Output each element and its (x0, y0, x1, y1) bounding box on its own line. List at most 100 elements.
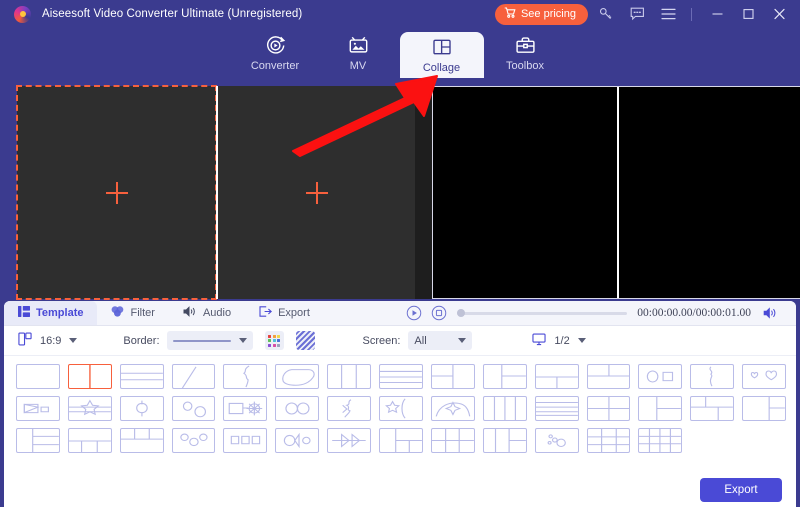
template-two-ovals[interactable] (171, 396, 216, 421)
template-mixed-a[interactable] (638, 396, 683, 421)
template-oval-row[interactable] (275, 428, 320, 453)
hamburger-menu-icon[interactable] (655, 1, 681, 27)
chat-bubble-icon[interactable] (624, 1, 650, 27)
template-left-1-right-2[interactable] (482, 364, 527, 389)
border-label: Border: (123, 334, 160, 347)
template-top-1-bottom-2[interactable] (534, 364, 579, 389)
chevron-down-icon[interactable] (238, 338, 247, 343)
minimize-icon[interactable] (704, 1, 730, 27)
template-arch-star[interactable] (430, 396, 475, 421)
export-row: Export (4, 469, 796, 507)
preview-area (0, 78, 800, 301)
template-star-band[interactable] (67, 396, 112, 421)
key-icon[interactable] (593, 1, 619, 27)
template-double-circle[interactable] (275, 396, 320, 421)
template-three-squares[interactable] (223, 428, 268, 453)
template-2-vertical[interactable] (67, 364, 112, 389)
template-top-3-bottom-wide[interactable] (119, 428, 164, 453)
template-lightning-split[interactable] (690, 364, 735, 389)
filter-icon (111, 306, 124, 320)
plus-icon[interactable] (105, 181, 128, 204)
screen-select[interactable]: All (408, 331, 473, 350)
border-pattern-button[interactable] (295, 331, 315, 350)
border-color-button[interactable] (264, 331, 284, 350)
template-4-vertical[interactable] (482, 396, 527, 421)
template-balloon[interactable] (119, 396, 164, 421)
seek-slider[interactable] (457, 309, 628, 317)
panel-tab-bar: Template Filter Audio Export 00:00:00.00… (4, 301, 796, 326)
maximize-icon[interactable] (735, 1, 761, 27)
template-left-2-right-1[interactable] (430, 364, 475, 389)
tab-filter-label: Filter (130, 307, 155, 319)
close-icon[interactable] (766, 1, 792, 27)
template-bubbles[interactable] (534, 428, 579, 453)
template-2x3-grid[interactable] (586, 428, 631, 453)
plus-icon[interactable] (305, 181, 328, 204)
template-flag-shape[interactable] (16, 396, 60, 421)
template-star-slice[interactable] (379, 396, 423, 421)
template-left-stack-right[interactable] (742, 396, 786, 421)
template-mixed-d[interactable] (430, 428, 475, 453)
tab-template[interactable]: Template (4, 301, 98, 325)
chevron-down-icon[interactable] (458, 338, 467, 343)
template-rounded-inset[interactable] (275, 364, 320, 389)
template-3x3-grid[interactable] (638, 428, 683, 453)
template-top-2-bottom-1[interactable] (586, 364, 631, 389)
template-2x2-grid[interactable] (586, 396, 631, 421)
title-bar-controls: See pricing (494, 1, 792, 27)
template-diagonal[interactable] (171, 364, 216, 389)
tab-toolbox[interactable]: Toolbox (484, 28, 567, 78)
template-burst-cut[interactable] (327, 396, 372, 421)
play-icon[interactable] (403, 302, 425, 324)
collage-icon (432, 36, 452, 58)
template-options-bar: 16:9 Border: Screen: All 1/2 (4, 326, 796, 356)
chevron-down-icon[interactable] (69, 338, 78, 343)
template-single[interactable] (16, 364, 60, 389)
template-circle-square[interactable] (638, 364, 683, 389)
collage-editor[interactable] (16, 85, 415, 300)
template-3-vertical[interactable] (327, 364, 372, 389)
export-button[interactable]: Export (700, 478, 782, 502)
converter-icon (265, 34, 286, 56)
template-grid-container (4, 356, 796, 469)
chevron-down-icon[interactable] (577, 338, 586, 343)
template-mixed-c[interactable] (379, 428, 423, 453)
template-chevrons[interactable] (327, 428, 372, 453)
template-3-horizontal[interactable] (379, 364, 423, 389)
volume-icon[interactable] (759, 302, 781, 324)
template-4-horizontal[interactable] (534, 396, 579, 421)
tab-filter[interactable]: Filter (97, 301, 168, 325)
template-arrow-cut[interactable] (223, 364, 268, 389)
tab-collage[interactable]: Collage (399, 32, 484, 78)
template-2-horizontal[interactable] (119, 364, 164, 389)
monitor-icon (532, 333, 547, 349)
see-pricing-label: See pricing (520, 8, 576, 20)
tab-mv[interactable]: MV (317, 28, 400, 78)
template-top-wide-bottom-3[interactable] (67, 428, 112, 453)
tab-export[interactable]: Export (245, 301, 324, 325)
collage-slot-2[interactable] (216, 86, 415, 299)
template-mixed-b[interactable] (690, 396, 735, 421)
screen-label: Screen: (362, 334, 401, 347)
player-controls: 00:00:00.00/00:00:01.00 (403, 301, 796, 325)
template-gear-tag[interactable] (223, 396, 268, 421)
audio-icon (183, 306, 197, 320)
aspect-ratio-icon (18, 332, 32, 349)
tab-converter[interactable]: Converter (234, 28, 317, 78)
see-pricing-button[interactable]: See pricing (494, 3, 588, 25)
border-style-select[interactable] (166, 331, 253, 350)
tab-mv-label: MV (349, 60, 367, 72)
collage-slot-1[interactable] (16, 85, 217, 300)
template-mixed-e[interactable] (482, 428, 527, 453)
tab-audio[interactable]: Audio (169, 301, 245, 325)
output-pane-2 (616, 87, 800, 298)
stop-icon[interactable] (428, 302, 450, 324)
template-two-hearts[interactable] (742, 364, 786, 389)
main-nav-bar: Converter MV Collage Toolbox (0, 28, 800, 78)
template-three-circles[interactable] (171, 428, 216, 453)
template-left-wide-right-stack[interactable] (16, 428, 60, 453)
template-grid (16, 364, 786, 453)
aspect-ratio-control[interactable]: 16:9 (18, 332, 78, 349)
output-preview (432, 86, 800, 299)
seek-handle[interactable] (457, 309, 466, 317)
